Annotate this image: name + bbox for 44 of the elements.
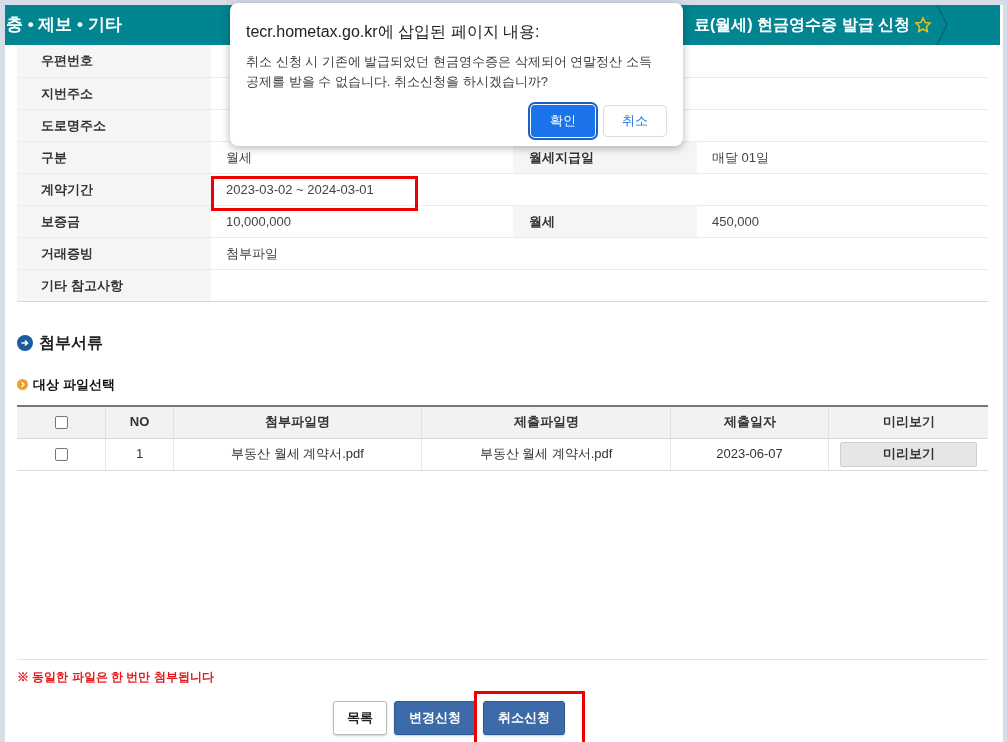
column-header: 제출파일명 bbox=[422, 406, 671, 438]
field-label: 구분 bbox=[41, 148, 67, 167]
field-label: 기타 참고사항 bbox=[41, 276, 123, 295]
star-icon[interactable] bbox=[914, 16, 932, 34]
checkbox[interactable] bbox=[54, 415, 68, 429]
table-cell: 2023-06-07 bbox=[671, 438, 829, 470]
column-header: 첨부파일명 bbox=[174, 406, 422, 438]
field-value: 매달 01일 bbox=[712, 148, 770, 167]
dialog-button[interactable]: 확인 bbox=[531, 105, 595, 137]
field-label: 거래증빙 bbox=[41, 244, 93, 263]
column-header: 제출일자 bbox=[671, 406, 829, 438]
field-label: 월세 bbox=[529, 212, 555, 231]
field-value: 2023-03-02 ~ 2024-03-01 bbox=[226, 180, 374, 199]
dialog-message: 취소 신청 시 기존에 발급되었던 현금영수증은 삭제되어 연말정산 소득 공제를 받을 수 없습니다. 취소신청을 하시겠습니까? bbox=[246, 53, 653, 91]
chevron-circle-icon bbox=[17, 379, 28, 391]
action-button[interactable]: 목록 bbox=[333, 700, 387, 735]
field-value: 450,000 bbox=[712, 212, 759, 231]
chevron-icon bbox=[936, 5, 948, 45]
field-label: 우편번호 bbox=[41, 52, 93, 71]
section-title: 첨부서류 bbox=[39, 333, 103, 353]
field-value: 첨부파일 bbox=[226, 244, 278, 263]
field-label: 지번주소 bbox=[41, 84, 93, 103]
header-breadcrumb: 충 • 제보 • 기타 bbox=[5, 14, 122, 37]
dialog-button[interactable]: 취소 bbox=[603, 105, 667, 137]
notice-text: ※ 동일한 파일은 한 번만 첨부됩니다 bbox=[17, 669, 214, 684]
action-button[interactable]: 취소신청 bbox=[483, 700, 565, 735]
table-cell: 부동산 월세 계약서.pdf bbox=[174, 438, 422, 470]
page-title: 료(월세) 현금영수증 발급 신청 bbox=[694, 15, 910, 35]
column-header: 미리보기 bbox=[881, 413, 936, 432]
dialog-title: tecr.hometax.go.kr에 삽입된 페이지 내용: bbox=[246, 22, 541, 42]
field-value: 월세 bbox=[226, 148, 252, 167]
field-label: 도로명주소 bbox=[41, 116, 106, 135]
subsection-title: 대상 파일선택 bbox=[33, 376, 115, 394]
table-cell: 부동산 월세 계약서.pdf bbox=[422, 438, 671, 470]
table-cell: 1 bbox=[106, 438, 174, 470]
field-label: 계약기간 bbox=[41, 180, 93, 199]
arrow-circle-icon bbox=[17, 335, 33, 351]
column-header: NO bbox=[106, 406, 174, 438]
preview-button[interactable]: 미리보기 bbox=[840, 441, 977, 467]
checkbox[interactable] bbox=[54, 447, 68, 461]
field-value: 10,000,000 bbox=[226, 212, 292, 231]
action-button[interactable]: 변경신청 bbox=[394, 700, 476, 735]
field-label: 보증금 bbox=[41, 212, 80, 231]
field-label: 월세지급일 bbox=[529, 148, 594, 167]
